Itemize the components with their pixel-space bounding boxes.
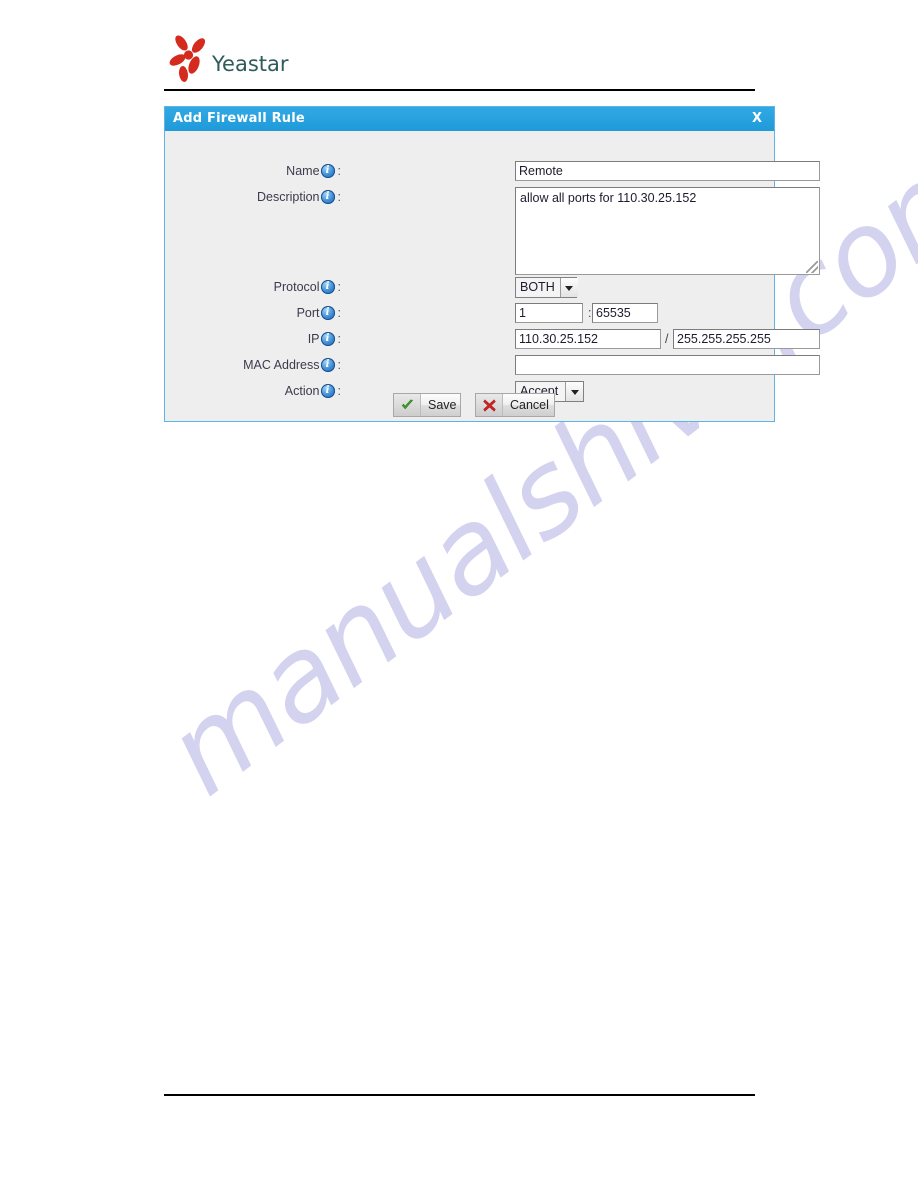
label-port-text: Port xyxy=(296,306,320,320)
ip-mask-input[interactable]: 255.255.255.255 xyxy=(673,329,820,349)
save-button[interactable]: Save xyxy=(393,393,461,417)
label-colon: : xyxy=(337,190,341,204)
dialog-body: Name: Remote Description: allow all port… xyxy=(165,131,820,421)
chevron-down-icon[interactable] xyxy=(559,278,578,297)
field-row-port: Port: 1 : 65535 xyxy=(165,303,774,329)
label-protocol-text: Protocol xyxy=(273,280,320,294)
label-colon: : xyxy=(337,164,341,178)
yeastar-flower-logo-icon xyxy=(169,35,206,82)
label-description: Description: xyxy=(165,187,341,207)
cancel-button[interactable]: Cancel xyxy=(475,393,555,417)
close-icon[interactable]: X xyxy=(752,111,762,126)
dialog-title: Add Firewall Rule xyxy=(173,111,305,126)
header-divider xyxy=(164,89,755,91)
footer-divider xyxy=(164,1094,755,1096)
label-port: Port: xyxy=(165,303,341,323)
document-page: Yeastar Add Firewall Rule X Name: Remote… xyxy=(0,0,918,1188)
port-range-separator: : xyxy=(588,306,592,320)
protocol-select[interactable]: BOTH xyxy=(515,277,578,298)
save-button-label: Save xyxy=(428,398,457,412)
ip-address-input[interactable]: 110.30.25.152 xyxy=(515,329,661,349)
description-textarea[interactable]: allow all ports for 110.30.25.152 xyxy=(515,187,820,275)
ip-mask-separator: / xyxy=(665,332,669,346)
resize-handle-icon[interactable] xyxy=(806,261,818,273)
label-name-text: Name xyxy=(286,164,320,178)
protocol-select-value: BOTH xyxy=(516,278,560,297)
label-protocol: Protocol: xyxy=(165,277,341,297)
add-firewall-rule-dialog: Add Firewall Rule X Name: Remote Descrip… xyxy=(164,106,820,422)
info-icon[interactable] xyxy=(320,305,335,320)
label-ip-text: IP xyxy=(307,332,320,346)
label-colon: : xyxy=(337,358,341,372)
label-mac-address: MAC Address: xyxy=(165,355,341,375)
port-end-input[interactable]: 65535 xyxy=(592,303,658,323)
cancel-button-label: Cancel xyxy=(510,398,549,412)
info-icon[interactable] xyxy=(320,189,335,204)
port-start-input[interactable]: 1 xyxy=(515,303,583,323)
field-row-name: Name: Remote xyxy=(165,161,820,187)
green-check-icon xyxy=(394,394,421,416)
field-row-protocol: Protocol: BOTH xyxy=(165,277,774,303)
label-name: Name: xyxy=(165,161,341,181)
name-input[interactable]: Remote xyxy=(515,161,820,181)
field-row-ip: IP: 110.30.25.152 / 255.255.255.255 xyxy=(165,329,820,355)
dialog-titlebar: Add Firewall Rule X xyxy=(165,107,774,131)
red-x-icon xyxy=(476,394,503,416)
brand-logo: Yeastar xyxy=(168,28,368,86)
mac-address-input[interactable] xyxy=(515,355,820,375)
field-row-description: Description: allow all ports for 110.30.… xyxy=(165,187,820,279)
label-description-text: Description xyxy=(256,190,320,204)
info-icon[interactable] xyxy=(320,331,335,346)
label-colon: : xyxy=(337,332,341,346)
label-colon: : xyxy=(337,280,341,294)
info-icon[interactable] xyxy=(320,163,335,178)
label-colon: : xyxy=(337,306,341,320)
description-textarea-value: allow all ports for 110.30.25.152 xyxy=(520,191,697,205)
label-mac-address-text: MAC Address xyxy=(243,358,320,372)
info-icon[interactable] xyxy=(320,279,335,294)
dialog-actions: Save Cancel xyxy=(165,393,774,419)
info-icon[interactable] xyxy=(320,357,335,372)
field-row-mac-address: MAC Address: xyxy=(165,355,820,381)
brand-name: Yeastar xyxy=(212,52,289,76)
label-ip: IP: xyxy=(165,329,341,349)
